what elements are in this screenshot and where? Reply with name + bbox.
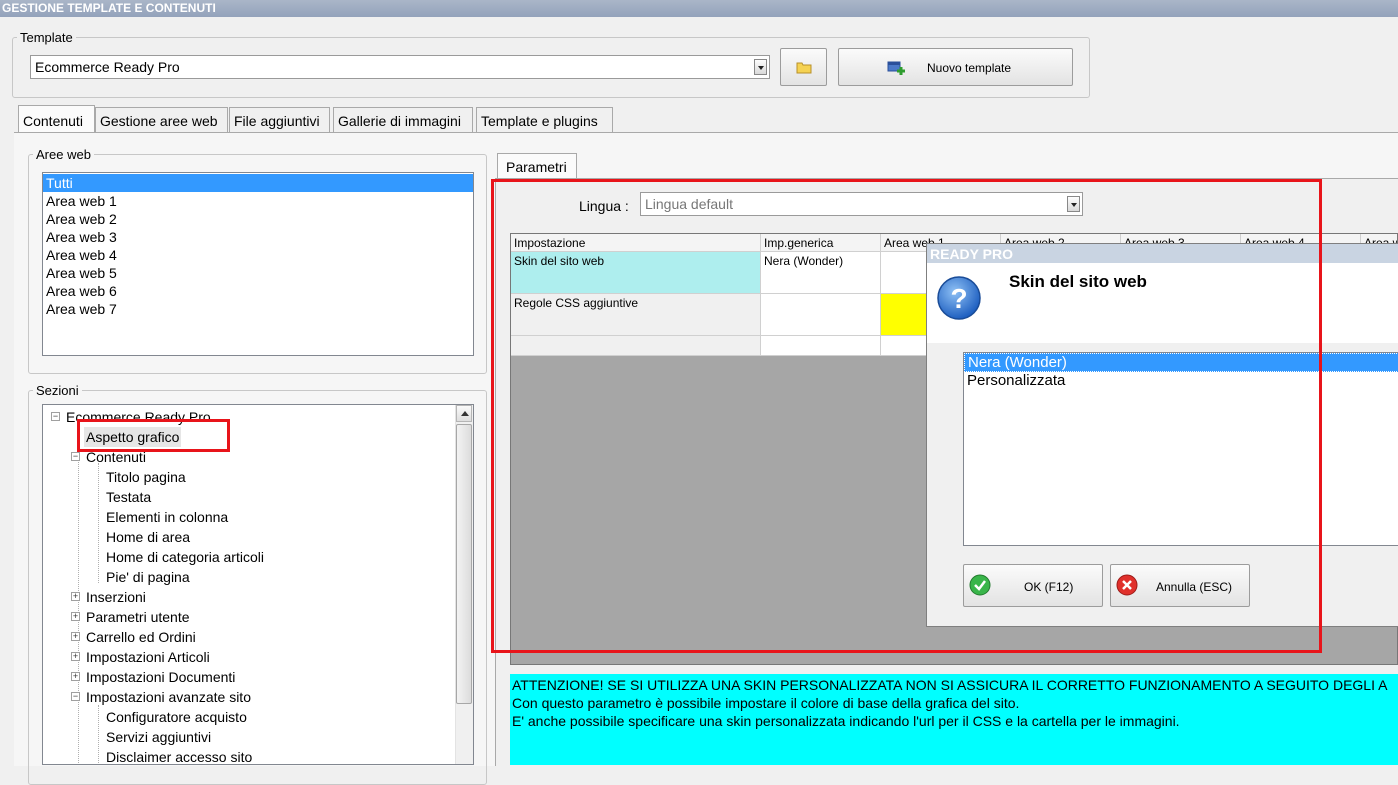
info-warning: ATTENZIONE! SE SI UTILIZZA UNA SKIN PERS… [512, 677, 1388, 693]
tree-scrollbar[interactable] [455, 405, 473, 764]
list-item[interactable]: Area web 4 [43, 246, 473, 264]
aree-web-legend: Aree web [36, 147, 91, 162]
tree-item[interactable]: Servizi aggiuntivi [106, 727, 211, 747]
scroll-thumb[interactable] [456, 424, 472, 704]
chevron-down-icon[interactable] [754, 59, 767, 75]
chevron-up-icon [461, 411, 469, 416]
tree-guide-line [98, 705, 99, 764]
list-item[interactable]: Area web 7 [43, 300, 473, 318]
scroll-up-button[interactable] [456, 405, 472, 422]
tree-item[interactable]: Inserzioni [86, 587, 146, 607]
window-title: GESTIONE TEMPLATE E CONTENUTI [0, 0, 1398, 17]
expand-icon[interactable]: + [71, 592, 80, 601]
list-item[interactable]: Area web 6 [43, 282, 473, 300]
new-template-label: Nuovo template [927, 61, 1012, 75]
expand-icon[interactable]: + [71, 612, 80, 621]
info-panel: ATTENZIONE! SE SI UTILIZZA UNA SKIN PERS… [510, 674, 1398, 765]
aree-web-list[interactable]: Tutti Area web 1 Area web 2 Area web 3 A… [42, 172, 474, 356]
list-item[interactable]: Area web 5 [43, 264, 473, 282]
tree-item[interactable]: Disclaimer accesso sito [106, 747, 252, 764]
tree-item[interactable]: Carrello ed Ordini [86, 627, 196, 647]
template-select-value: Ecommerce Ready Pro [35, 59, 180, 75]
list-item[interactable]: Area web 3 [43, 228, 473, 246]
tab-file-aggiuntivi[interactable]: File aggiuntivi [229, 107, 330, 133]
collapse-icon[interactable]: − [71, 692, 80, 701]
info-line: E' anche possibile specificare una skin … [512, 713, 1180, 729]
open-folder-button[interactable] [780, 48, 827, 86]
sezioni-legend: Sezioni [36, 383, 79, 398]
tree-item[interactable]: Impostazioni Documenti [86, 667, 235, 687]
tree-item[interactable]: Pie' di pagina [106, 567, 190, 587]
tree-item[interactable]: Parametri utente [86, 607, 190, 627]
info-line: Con questo parametro è possibile imposta… [512, 695, 1020, 711]
tab-contenuti[interactable]: Contenuti [18, 105, 95, 133]
add-window-icon [887, 61, 905, 75]
tree-item[interactable]: Titolo pagina [106, 467, 186, 487]
expand-icon[interactable]: + [71, 652, 80, 661]
list-item[interactable]: Area web 1 [43, 192, 473, 210]
collapse-icon[interactable]: − [71, 452, 80, 461]
tree-guide-line [98, 463, 99, 583]
template-legend: Template [20, 30, 73, 45]
new-template-button[interactable]: Nuovo template [838, 48, 1073, 86]
highlight-parametri [491, 179, 1322, 653]
tree-item[interactable]: Home di categoria articoli [106, 547, 264, 567]
collapse-icon[interactable]: − [51, 412, 60, 421]
tree-item[interactable]: Testata [106, 487, 151, 507]
tree-guide-line [78, 445, 79, 764]
tab-template-plugins[interactable]: Template e plugins [476, 107, 613, 133]
folder-icon [796, 62, 812, 74]
tree-item[interactable]: Impostazioni Articoli [86, 647, 210, 667]
tree-item-avanzate[interactable]: Impostazioni avanzate sito [86, 687, 251, 707]
list-item[interactable]: Tutti [43, 174, 473, 192]
tree-item[interactable]: Home di area [106, 527, 190, 547]
tab-parametri[interactable]: Parametri [497, 153, 577, 179]
list-item[interactable]: Area web 2 [43, 210, 473, 228]
highlight-aspetto-grafico [77, 419, 230, 452]
tree-item[interactable]: Configuratore acquisto [106, 707, 247, 727]
tree-item[interactable]: Elementi in colonna [106, 507, 228, 527]
sezioni-tree[interactable]: − Ecommerce Ready Pro Aspetto grafico − … [42, 404, 474, 765]
template-select[interactable]: Ecommerce Ready Pro [30, 55, 770, 79]
tab-gallerie-immagini[interactable]: Gallerie di immagini [333, 107, 473, 133]
expand-icon[interactable]: + [71, 672, 80, 681]
expand-icon[interactable]: + [71, 632, 80, 641]
tab-gestione-aree-web[interactable]: Gestione aree web [95, 107, 228, 133]
